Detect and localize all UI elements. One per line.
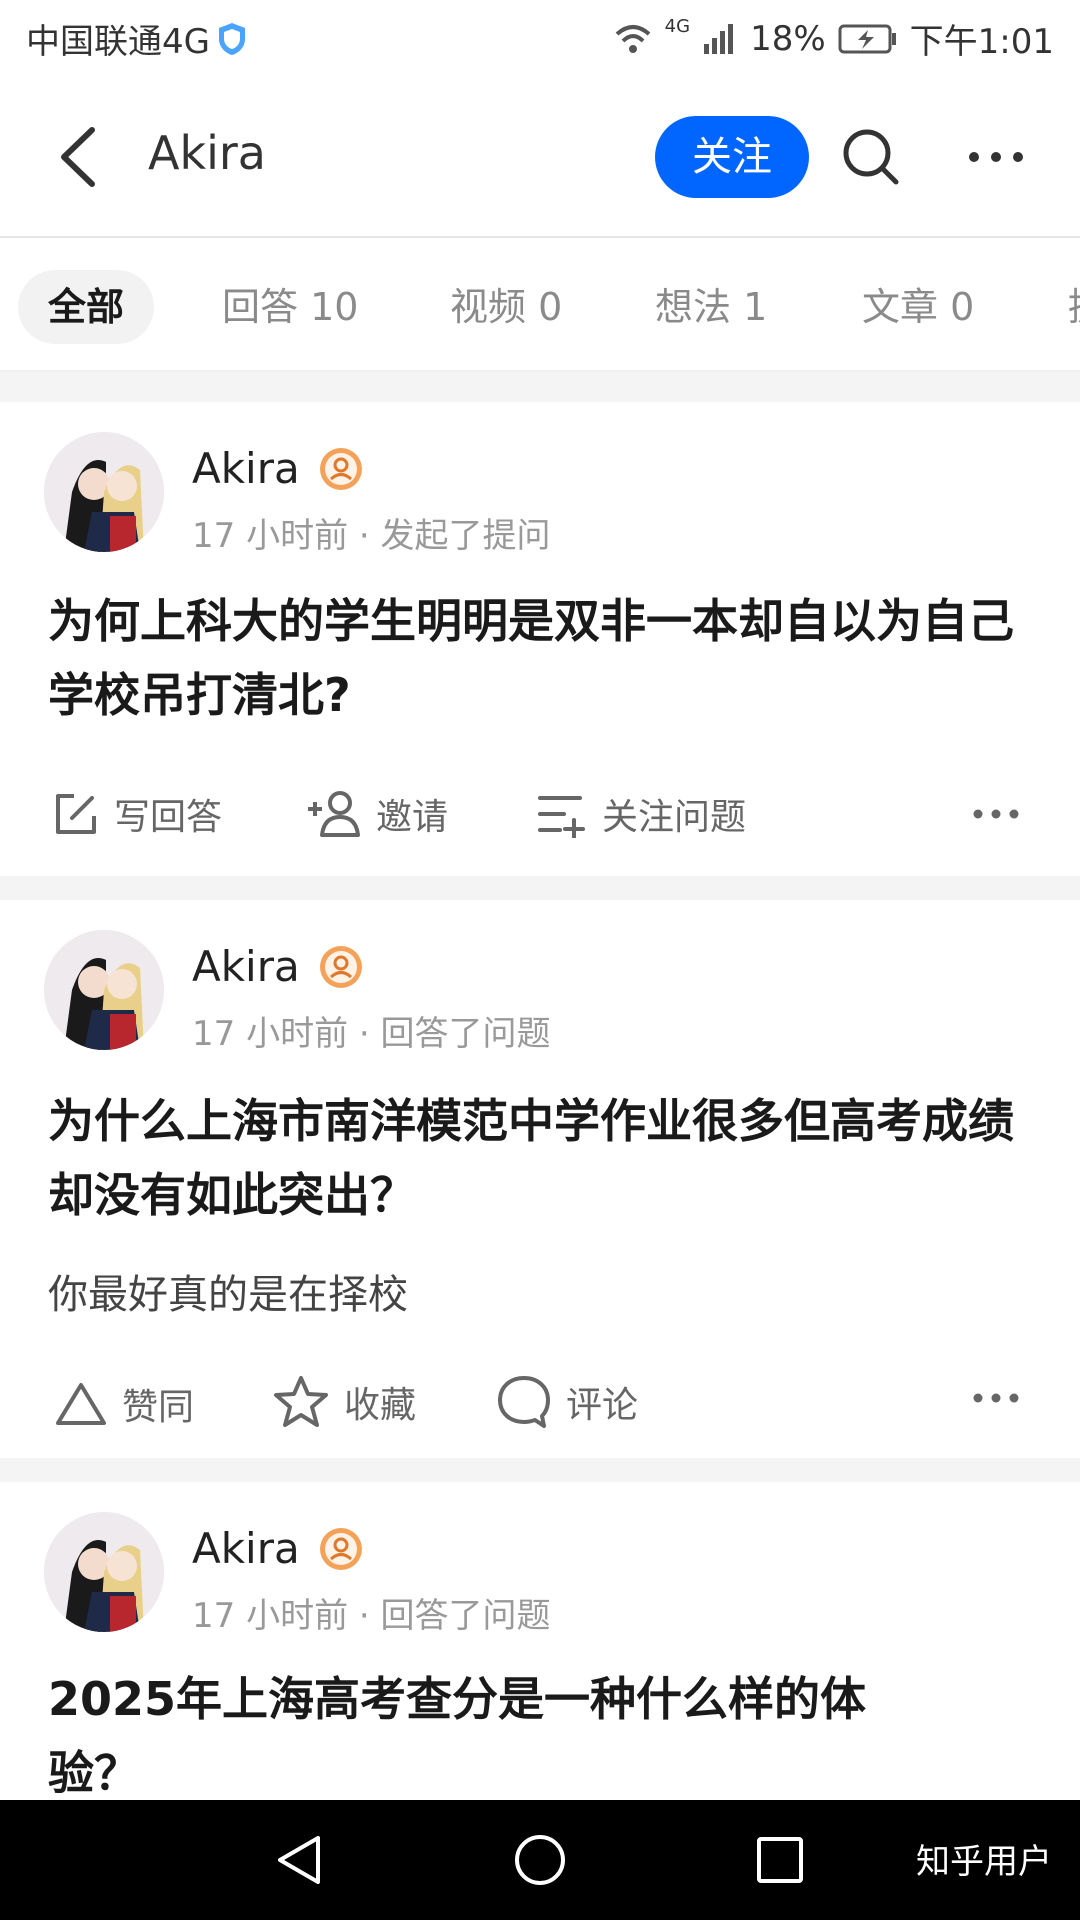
user-badge-icon: [320, 1528, 362, 1570]
status-right: 4G 18% 下午1:01: [613, 14, 1054, 63]
answer-excerpt[interactable]: 你最好真的是在择校: [48, 1262, 408, 1320]
user-badge-icon: [320, 448, 362, 490]
user-badge-icon: [320, 946, 362, 988]
watermark: 知乎用户: [916, 1842, 1052, 1882]
follow-question-button[interactable]: 关注问题: [536, 788, 746, 840]
action-label: 关注问题: [602, 797, 747, 838]
feed-card[interactable]: Akira 17 小时前 · 回答了问题 2025年上海高考查分是一种什么样的体…: [0, 1482, 1080, 1800]
author-name[interactable]: Akira: [192, 444, 300, 493]
divider: [0, 372, 1080, 402]
profile-header: Akira 关注: [0, 76, 1080, 238]
question-title[interactable]: 2025年上海高考查分是一种什么样的体验？: [48, 1662, 948, 1800]
system-nav-bar: 知乎用户: [0, 1800, 1080, 1920]
invite-user-icon: [308, 791, 360, 837]
question-title[interactable]: 为什么上海市南洋模范中学作业很多但高考成绩却没有如此突出？: [48, 1084, 1038, 1232]
author-name[interactable]: Akira: [192, 1524, 300, 1573]
author-name[interactable]: Akira: [192, 942, 300, 991]
clock: 下午1:01: [909, 22, 1054, 62]
avatar[interactable]: [44, 1512, 164, 1632]
avatar[interactable]: [44, 930, 164, 1050]
status-bar: 中国联通4G 4G 18% 下午1:01: [0, 0, 1080, 76]
nav-back-icon[interactable]: [270, 1830, 330, 1890]
action-label: 收藏: [344, 1385, 417, 1426]
write-answer-button[interactable]: 写回答: [52, 788, 222, 840]
divider: [0, 1458, 1080, 1482]
tab-thoughts[interactable]: 想法 1: [655, 270, 767, 344]
nav-recents-icon[interactable]: [750, 1830, 810, 1890]
avatar[interactable]: [44, 432, 164, 552]
back-arrow-icon[interactable]: [54, 124, 114, 190]
action-label: 赞同: [122, 1387, 195, 1428]
tab-answers[interactable]: 回答 10: [222, 270, 358, 344]
post-meta: 17 小时前 · 发起了提问: [192, 516, 551, 556]
comment-icon: [498, 1376, 550, 1428]
follow-button[interactable]: 关注: [655, 116, 809, 198]
upvote-button[interactable]: 赞同: [54, 1378, 194, 1430]
post-meta: 17 小时前 · 回答了问题: [192, 1596, 551, 1636]
signal-icon: [704, 23, 734, 54]
question-title[interactable]: 为何上科大的学生明明是双非一本却自以为自己学校吊打清北?: [48, 584, 1038, 732]
page-title: Akira: [148, 126, 266, 180]
divider: [0, 876, 1080, 900]
network-type: 4G: [664, 16, 691, 37]
post-meta: 17 小时前 · 回答了问题: [192, 1014, 551, 1054]
edit-icon: [56, 794, 96, 834]
tab-videos[interactable]: 视频 0: [450, 270, 562, 344]
tab-all[interactable]: 全部: [18, 270, 155, 344]
action-label: 评论: [566, 1385, 639, 1426]
more-dots-icon[interactable]: [966, 132, 1026, 182]
battery-percent: 18%: [750, 18, 826, 59]
nav-home-icon[interactable]: [510, 1830, 570, 1890]
feed-card[interactable]: Akira 17 小时前 · 发起了提问 为何上科大的学生明明是双非一本却自以为…: [0, 402, 1080, 876]
status-left: 中国联通4G: [26, 14, 248, 63]
tab-articles[interactable]: 文章 0: [862, 270, 974, 344]
action-label: 写回答: [114, 797, 223, 838]
battery-charging-icon: [838, 24, 896, 53]
content-tabs: 全部 回答 10 视频 0 想法 1 文章 0 提: [0, 238, 1080, 372]
feed-card[interactable]: Akira 17 小时前 · 回答了问题 为什么上海市南洋模范中学作业很多但高考…: [0, 900, 1080, 1458]
carrier-label: 中国联通4G: [26, 22, 210, 62]
comment-button[interactable]: 评论: [496, 1374, 638, 1430]
wifi-icon: [615, 24, 650, 53]
more-dots-icon[interactable]: [972, 1388, 1020, 1408]
more-dots-icon[interactable]: [972, 804, 1020, 824]
follow-question-icon: [538, 796, 585, 838]
action-label: 邀请: [376, 797, 449, 838]
favorite-button[interactable]: 收藏: [272, 1374, 416, 1430]
star-icon: [274, 1376, 328, 1427]
invite-button[interactable]: 邀请: [306, 788, 448, 840]
upvote-icon: [56, 1383, 106, 1425]
tab-more[interactable]: 提: [1068, 270, 1080, 344]
shield-icon: [218, 22, 245, 55]
search-icon[interactable]: [840, 126, 902, 188]
